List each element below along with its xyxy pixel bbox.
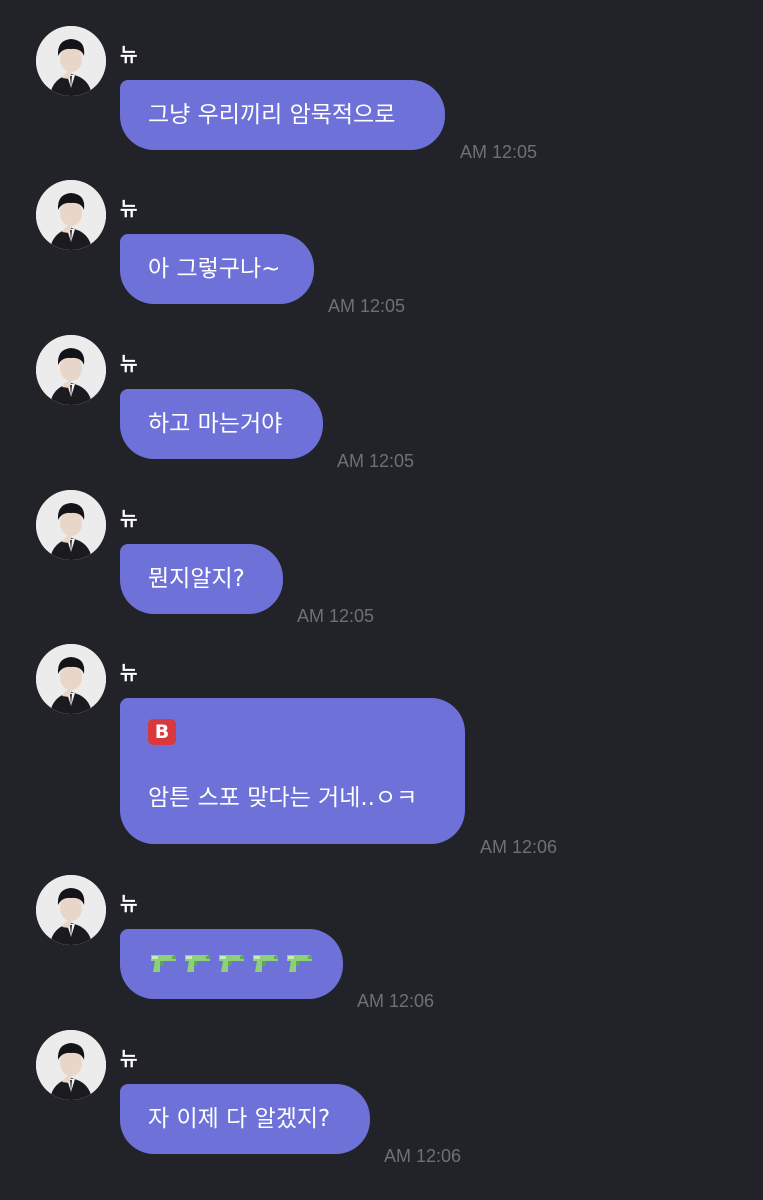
message-text: 아 그렇구나~ (148, 256, 281, 282)
message-bubble[interactable]: 자 이제 다 알겠지? (120, 1084, 370, 1154)
message-bubble[interactable]: 뭔지알지? (120, 544, 283, 614)
water-pistol-icon (148, 951, 178, 975)
message-bubble[interactable]: B 암튼 스포 맞다는 거네..ㅇㅋ (120, 698, 465, 844)
message-timestamp: AM 12:06 (384, 1146, 462, 1166)
avatar[interactable] (36, 490, 106, 560)
sender-name: 뉴 (120, 353, 138, 375)
message-text: 하고 마는거야 (148, 411, 283, 437)
water-pistol-icon (250, 951, 280, 975)
avatar[interactable] (36, 26, 106, 96)
message-timestamp: AM 12:05 (337, 451, 415, 471)
message-timestamp: AM 12:06 (480, 837, 558, 857)
sender-name: 뉴 (120, 508, 138, 530)
message-bubble[interactable]: 아 그렇구나~ (120, 234, 314, 304)
sender-name: 뉴 (120, 662, 138, 684)
water-pistol-icon (216, 951, 246, 975)
message-timestamp: AM 12:06 (357, 991, 435, 1011)
water-pistol-icon (284, 951, 314, 975)
sender-name: 뉴 (120, 893, 138, 915)
avatar[interactable] (36, 180, 106, 250)
message-timestamp: AM 12:05 (297, 606, 375, 626)
sender-name: 뉴 (120, 198, 138, 220)
sender-name: 뉴 (120, 1048, 138, 1070)
avatar[interactable] (36, 644, 106, 714)
message-timestamp: AM 12:05 (328, 296, 406, 316)
sender-name: 뉴 (120, 44, 138, 66)
b-badge-icon: B (148, 719, 176, 745)
avatar[interactable] (36, 335, 106, 405)
avatar[interactable] (36, 1030, 106, 1100)
avatar[interactable] (36, 875, 106, 945)
message-text: 그냥 우리끼리 암묵적으로 (148, 102, 396, 128)
message-bubble[interactable]: 그냥 우리끼리 암묵적으로 (120, 80, 445, 150)
message-bubble[interactable]: 하고 마는거야 (120, 389, 323, 459)
message-bubble[interactable] (120, 929, 343, 999)
water-pistol-icon (182, 951, 212, 975)
message-timestamp: AM 12:05 (460, 142, 538, 162)
emoji-row (148, 951, 315, 975)
message-text: 뭔지알지? (148, 566, 245, 592)
message-text: 자 이제 다 알겠지? (148, 1106, 331, 1132)
message-text: 암튼 스포 맞다는 거네..ㅇㅋ (148, 785, 418, 811)
